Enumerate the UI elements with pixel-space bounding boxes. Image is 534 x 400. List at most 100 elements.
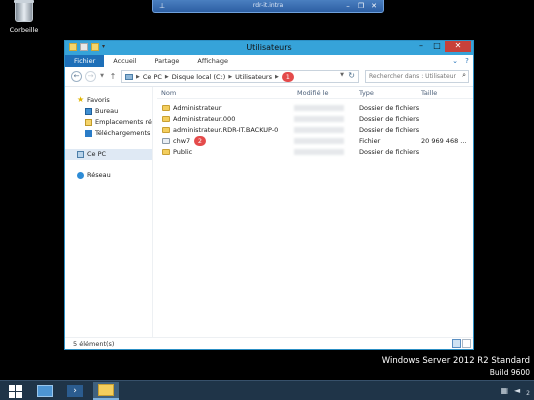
nav-recent-places[interactable]: Emplacements récents — [65, 117, 152, 128]
file-name: chw7 — [173, 137, 191, 145]
tab-home[interactable]: Accueil — [104, 55, 145, 67]
nav-recent-places-label: Emplacements récents — [95, 118, 152, 126]
os-watermark: Windows Server 2012 R2 Standard Build 96… — [382, 356, 530, 377]
column-type[interactable]: Type — [359, 89, 374, 97]
title-bar[interactable]: ▾ Utilisateurs – □ ✕ — [65, 41, 473, 55]
tab-share[interactable]: Partage — [145, 55, 188, 67]
file-explorer-button[interactable] — [93, 382, 119, 400]
computer-icon — [125, 73, 133, 80]
large-icons-view-icon[interactable] — [462, 339, 471, 348]
nav-this-pc[interactable]: Ce PC — [65, 149, 152, 160]
folder-icon — [162, 149, 170, 155]
search-icon[interactable]: ⌕ — [462, 71, 466, 80]
rdp-restore-icon[interactable]: ❐ — [356, 1, 366, 11]
modified-date-redacted — [294, 138, 344, 144]
breadcrumb-separator-icon[interactable]: ▶ — [275, 74, 279, 80]
details-view-icon[interactable] — [452, 339, 461, 348]
explorer-body: ★ Favoris Bureau Emplacements récents Té… — [65, 87, 473, 337]
file-list: Nom Modifié le Type Taille Administrateu… — [157, 87, 473, 337]
help-icon[interactable]: ? — [461, 55, 473, 67]
modified-date-redacted — [294, 149, 344, 155]
status-bar: 5 élément(s) — [65, 337, 473, 349]
pin-icon[interactable]: ⊥ — [159, 2, 169, 10]
rdp-close-icon[interactable]: ✕ — [369, 1, 379, 11]
column-modified[interactable]: Modifié le — [297, 89, 328, 97]
clock[interactable]: 2 — [526, 383, 530, 397]
nav-favorites[interactable]: ★ Favoris — [65, 95, 152, 106]
address-row: ← → ▼ ↑ ▶ Ce PC ▶ Disque local (C:) ▶ Ut… — [65, 67, 473, 87]
server-manager-icon — [37, 385, 53, 397]
network-icon — [77, 172, 84, 179]
server-manager-button[interactable] — [32, 382, 58, 400]
address-dropdown-icon[interactable]: ▼ — [340, 72, 344, 78]
file-type: Dossier de fichiers — [359, 126, 420, 134]
column-size[interactable]: Taille — [421, 89, 437, 97]
windows-logo-icon — [8, 384, 22, 398]
annotation-marker-2: 2 — [194, 136, 206, 146]
rdp-connection-bar[interactable]: ⊥ rdr-it.intra – ❐ ✕ — [152, 0, 384, 13]
speaker-icon[interactable]: ◄ — [514, 386, 520, 395]
ribbon-tabs: Fichier Accueil Partage Affichage ⌄ ? — [65, 55, 473, 67]
breadcrumb-separator-icon[interactable]: ▶ — [136, 74, 140, 80]
column-name[interactable]: Nom — [161, 89, 176, 97]
nav-network[interactable]: Réseau — [65, 170, 152, 181]
search-box[interactable]: ⌕ — [365, 70, 469, 83]
powershell-icon: › — [67, 385, 83, 397]
modified-date-redacted — [294, 127, 344, 133]
rdp-minimize-icon[interactable]: – — [343, 1, 353, 11]
file-size: 20 969 468 ... — [421, 137, 467, 145]
nav-desktop-label: Bureau — [95, 107, 119, 115]
file-name: Public — [173, 148, 193, 156]
up-button[interactable]: ↑ — [109, 71, 117, 82]
close-button[interactable]: ✕ — [445, 41, 471, 52]
start-button[interactable] — [2, 382, 28, 400]
file-icon — [162, 138, 170, 144]
explorer-window: ▾ Utilisateurs – □ ✕ Fichier Accueil Par… — [64, 40, 474, 350]
powershell-button[interactable]: › — [62, 382, 88, 400]
maximize-button[interactable]: □ — [429, 41, 445, 52]
folder-icon — [162, 105, 170, 111]
breadcrumb-separator-icon[interactable]: ▶ — [228, 74, 232, 80]
tab-view[interactable]: Affichage — [188, 55, 237, 67]
table-row[interactable]: Public Dossier de fichiers — [157, 147, 473, 157]
file-name: Administrateur — [173, 104, 222, 112]
breadcrumb-separator-icon[interactable]: ▶ — [165, 74, 169, 80]
address-bar[interactable]: ▶ Ce PC ▶ Disque local (C:) ▶ Utilisateu… — [121, 70, 359, 83]
table-row[interactable]: Administrateur.000 Dossier de fichiers — [157, 114, 473, 124]
refresh-icon[interactable]: ↻ — [348, 71, 355, 80]
table-row[interactable]: chw7 2 Fichier 20 969 468 ... — [157, 136, 473, 146]
breadcrumb-this-pc[interactable]: Ce PC — [143, 73, 162, 81]
nav-downloads[interactable]: Téléchargements — [65, 128, 152, 139]
rdp-host: rdr-it.intra — [252, 2, 284, 9]
folder-icon — [162, 116, 170, 122]
nav-downloads-label: Téléchargements — [95, 129, 151, 137]
breadcrumb-local-disk[interactable]: Disque local (C:) — [172, 73, 226, 81]
modified-date-redacted — [294, 116, 344, 122]
os-edition: Windows Server 2012 R2 Standard — [381, 356, 530, 366]
file-type: Dossier de fichiers — [359, 104, 420, 112]
recycle-bin-icon — [14, 0, 34, 22]
nav-desktop[interactable]: Bureau — [65, 106, 152, 117]
search-input[interactable] — [366, 71, 456, 82]
expand-ribbon-icon[interactable]: ⌄ — [449, 55, 461, 67]
tab-file[interactable]: Fichier — [65, 55, 105, 67]
network-tray-icon[interactable]: ▦ — [500, 386, 508, 395]
system-tray: ▦ ◄ 2 — [500, 383, 530, 398]
recycle-bin[interactable]: Corbeille — [4, 0, 44, 34]
file-type: Dossier de fichiers — [359, 115, 420, 123]
file-type: Dossier de fichiers — [359, 148, 420, 156]
computer-icon — [77, 151, 84, 158]
folder-icon — [98, 384, 114, 396]
table-row[interactable]: administrateur.RDR-IT.BACKUP-0 Dossier d… — [157, 125, 473, 135]
minimize-button[interactable]: – — [413, 41, 429, 52]
nav-this-pc-label: Ce PC — [87, 150, 107, 158]
modified-date-redacted — [294, 105, 344, 111]
back-button[interactable]: ← — [71, 71, 82, 82]
window-title: Utilisateurs — [246, 43, 292, 52]
recent-locations-icon[interactable]: ▼ — [98, 71, 106, 82]
forward-button[interactable]: → — [85, 71, 96, 82]
breadcrumb-users[interactable]: Utilisateurs — [235, 73, 272, 81]
desktop-icon — [85, 108, 92, 115]
file-type: Fichier — [359, 137, 381, 145]
table-row[interactable]: Administrateur Dossier de fichiers — [157, 103, 473, 113]
